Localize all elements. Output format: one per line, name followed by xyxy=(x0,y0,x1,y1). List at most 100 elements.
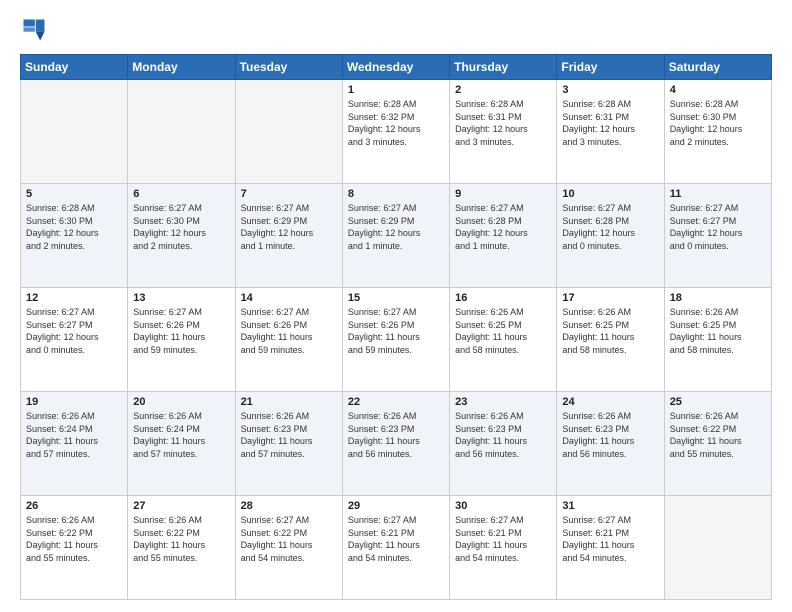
calendar-cell: 3Sunrise: 6:28 AM Sunset: 6:31 PM Daylig… xyxy=(557,80,664,184)
calendar-cell xyxy=(21,80,128,184)
calendar-cell: 7 Sunrise: 6:27 AM Sunset: 6:29 PM Daylig… xyxy=(235,184,342,288)
day-info: Sunrise: 6:28 AM Sunset: 6:30 PM Dayligh… xyxy=(26,202,122,252)
calendar-cell: 31 Sunrise: 6:27 AM Sunset: 6:21 PM Dayli… xyxy=(557,496,664,600)
calendar-table: SundayMondayTuesdayWednesdayThursdayFrid… xyxy=(20,54,772,600)
weekday-header-friday: Friday xyxy=(557,55,664,80)
calendar-cell: 20 Sunrise: 6:26 AM Sunset: 6:24 PM Dayli… xyxy=(128,392,235,496)
day-info: Sunrise: 6:27 AM Sunset: 6:22 PM Dayligh… xyxy=(241,514,337,564)
day-number: 4 xyxy=(670,84,766,96)
calendar-cell: 19Sunrise: 6:26 AM Sunset: 6:24 PM Dayli… xyxy=(21,392,128,496)
calendar-cell: 2 Sunrise: 6:28 AM Sunset: 6:31 PM Daylig… xyxy=(450,80,557,184)
calendar-cell: 21 Sunrise: 6:26 AM Sunset: 6:23 PM Dayli… xyxy=(235,392,342,496)
logo-icon xyxy=(20,16,48,44)
calendar-week-3: 12Sunrise: 6:27 AM Sunset: 6:27 PM Dayli… xyxy=(21,288,772,392)
day-info: Sunrise: 6:27 AM Sunset: 6:28 PM Dayligh… xyxy=(562,202,658,252)
weekday-header-wednesday: Wednesday xyxy=(342,55,449,80)
day-number: 23 xyxy=(455,396,551,408)
calendar-cell: 26Sunrise: 6:26 AM Sunset: 6:22 PM Dayli… xyxy=(21,496,128,600)
day-info: Sunrise: 6:26 AM Sunset: 6:24 PM Dayligh… xyxy=(26,410,122,460)
day-number: 25 xyxy=(670,396,766,408)
calendar-cell: 10 Sunrise: 6:27 AM Sunset: 6:28 PM Dayli… xyxy=(557,184,664,288)
calendar-header: SundayMondayTuesdayWednesdayThursdayFrid… xyxy=(21,55,772,80)
calendar-cell xyxy=(235,80,342,184)
day-number: 1 xyxy=(348,84,444,96)
calendar-cell: 22 Sunrise: 6:26 AM Sunset: 6:23 PM Dayli… xyxy=(342,392,449,496)
calendar-cell: 1 Sunrise: 6:28 AM Sunset: 6:32 PM Daylig… xyxy=(342,80,449,184)
day-info: Sunrise: 6:26 AM Sunset: 6:25 PM Dayligh… xyxy=(670,306,766,356)
calendar-cell: 11 Sunrise: 6:27 AM Sunset: 6:27 PM Dayli… xyxy=(664,184,771,288)
calendar-cell: 24 Sunrise: 6:26 AM Sunset: 6:23 PM Dayli… xyxy=(557,392,664,496)
day-number: 28 xyxy=(241,500,337,512)
day-number: 29 xyxy=(348,500,444,512)
day-number: 2 xyxy=(455,84,551,96)
calendar-cell: 12Sunrise: 6:27 AM Sunset: 6:27 PM Dayli… xyxy=(21,288,128,392)
day-info: Sunrise: 6:27 AM Sunset: 6:21 PM Dayligh… xyxy=(348,514,444,564)
calendar-cell: 25Sunrise: 6:26 AM Sunset: 6:22 PM Dayli… xyxy=(664,392,771,496)
day-info: Sunrise: 6:27 AM Sunset: 6:27 PM Dayligh… xyxy=(670,202,766,252)
day-info: Sunrise: 6:26 AM Sunset: 6:25 PM Dayligh… xyxy=(455,306,551,356)
day-number: 20 xyxy=(133,396,229,408)
calendar-cell: 15 Sunrise: 6:27 AM Sunset: 6:26 PM Dayli… xyxy=(342,288,449,392)
weekday-header-sunday: Sunday xyxy=(21,55,128,80)
day-info: Sunrise: 6:27 AM Sunset: 6:21 PM Dayligh… xyxy=(562,514,658,564)
calendar-cell: 28 Sunrise: 6:27 AM Sunset: 6:22 PM Dayli… xyxy=(235,496,342,600)
day-info: Sunrise: 6:26 AM Sunset: 6:24 PM Dayligh… xyxy=(133,410,229,460)
day-number: 9 xyxy=(455,188,551,200)
calendar-cell: 8 Sunrise: 6:27 AM Sunset: 6:29 PM Daylig… xyxy=(342,184,449,288)
day-number: 15 xyxy=(348,292,444,304)
calendar-cell: 6 Sunrise: 6:27 AM Sunset: 6:30 PM Daylig… xyxy=(128,184,235,288)
day-info: Sunrise: 6:27 AM Sunset: 6:26 PM Dayligh… xyxy=(241,306,337,356)
day-info: Sunrise: 6:26 AM Sunset: 6:23 PM Dayligh… xyxy=(348,410,444,460)
day-number: 21 xyxy=(241,396,337,408)
day-info: Sunrise: 6:28 AM Sunset: 6:30 PM Dayligh… xyxy=(670,98,766,148)
day-info: Sunrise: 6:26 AM Sunset: 6:25 PM Dayligh… xyxy=(562,306,658,356)
day-number: 17 xyxy=(562,292,658,304)
day-info: Sunrise: 6:28 AM Sunset: 6:31 PM Dayligh… xyxy=(455,98,551,148)
day-number: 7 xyxy=(241,188,337,200)
day-info: Sunrise: 6:27 AM Sunset: 6:29 PM Dayligh… xyxy=(348,202,444,252)
day-info: Sunrise: 6:27 AM Sunset: 6:26 PM Dayligh… xyxy=(348,306,444,356)
day-number: 8 xyxy=(348,188,444,200)
calendar-week-5: 26Sunrise: 6:26 AM Sunset: 6:22 PM Dayli… xyxy=(21,496,772,600)
calendar-cell xyxy=(664,496,771,600)
day-info: Sunrise: 6:27 AM Sunset: 6:30 PM Dayligh… xyxy=(133,202,229,252)
day-info: Sunrise: 6:26 AM Sunset: 6:23 PM Dayligh… xyxy=(562,410,658,460)
day-info: Sunrise: 6:26 AM Sunset: 6:22 PM Dayligh… xyxy=(26,514,122,564)
day-number: 30 xyxy=(455,500,551,512)
logo xyxy=(20,16,52,44)
day-info: Sunrise: 6:27 AM Sunset: 6:28 PM Dayligh… xyxy=(455,202,551,252)
calendar-cell: 23 Sunrise: 6:26 AM Sunset: 6:23 PM Dayli… xyxy=(450,392,557,496)
calendar-cell: 5Sunrise: 6:28 AM Sunset: 6:30 PM Daylig… xyxy=(21,184,128,288)
weekday-header-saturday: Saturday xyxy=(664,55,771,80)
day-number: 12 xyxy=(26,292,122,304)
day-number: 24 xyxy=(562,396,658,408)
calendar-week-4: 19Sunrise: 6:26 AM Sunset: 6:24 PM Dayli… xyxy=(21,392,772,496)
calendar-cell: 29 Sunrise: 6:27 AM Sunset: 6:21 PM Dayli… xyxy=(342,496,449,600)
calendar-cell: 17 Sunrise: 6:26 AM Sunset: 6:25 PM Dayli… xyxy=(557,288,664,392)
day-number: 16 xyxy=(455,292,551,304)
day-info: Sunrise: 6:26 AM Sunset: 6:23 PM Dayligh… xyxy=(241,410,337,460)
weekday-header-row: SundayMondayTuesdayWednesdayThursdayFrid… xyxy=(21,55,772,80)
day-info: Sunrise: 6:27 AM Sunset: 6:29 PM Dayligh… xyxy=(241,202,337,252)
day-number: 6 xyxy=(133,188,229,200)
day-number: 27 xyxy=(133,500,229,512)
calendar-week-2: 5Sunrise: 6:28 AM Sunset: 6:30 PM Daylig… xyxy=(21,184,772,288)
day-number: 18 xyxy=(670,292,766,304)
day-number: 22 xyxy=(348,396,444,408)
day-info: Sunrise: 6:27 AM Sunset: 6:26 PM Dayligh… xyxy=(133,306,229,356)
calendar-cell: 14Sunrise: 6:27 AM Sunset: 6:26 PM Dayli… xyxy=(235,288,342,392)
day-info: Sunrise: 6:26 AM Sunset: 6:23 PM Dayligh… xyxy=(455,410,551,460)
calendar-cell: 13 Sunrise: 6:27 AM Sunset: 6:26 PM Dayli… xyxy=(128,288,235,392)
day-number: 11 xyxy=(670,188,766,200)
day-number: 10 xyxy=(562,188,658,200)
day-number: 13 xyxy=(133,292,229,304)
calendar-cell: 27 Sunrise: 6:26 AM Sunset: 6:22 PM Dayli… xyxy=(128,496,235,600)
calendar-cell: 16 Sunrise: 6:26 AM Sunset: 6:25 PM Dayli… xyxy=(450,288,557,392)
day-info: Sunrise: 6:28 AM Sunset: 6:32 PM Dayligh… xyxy=(348,98,444,148)
calendar-week-1: 1 Sunrise: 6:28 AM Sunset: 6:32 PM Daylig… xyxy=(21,80,772,184)
header xyxy=(20,16,772,44)
calendar-cell: 9 Sunrise: 6:27 AM Sunset: 6:28 PM Daylig… xyxy=(450,184,557,288)
weekday-header-tuesday: Tuesday xyxy=(235,55,342,80)
day-number: 31 xyxy=(562,500,658,512)
day-info: Sunrise: 6:26 AM Sunset: 6:22 PM Dayligh… xyxy=(133,514,229,564)
